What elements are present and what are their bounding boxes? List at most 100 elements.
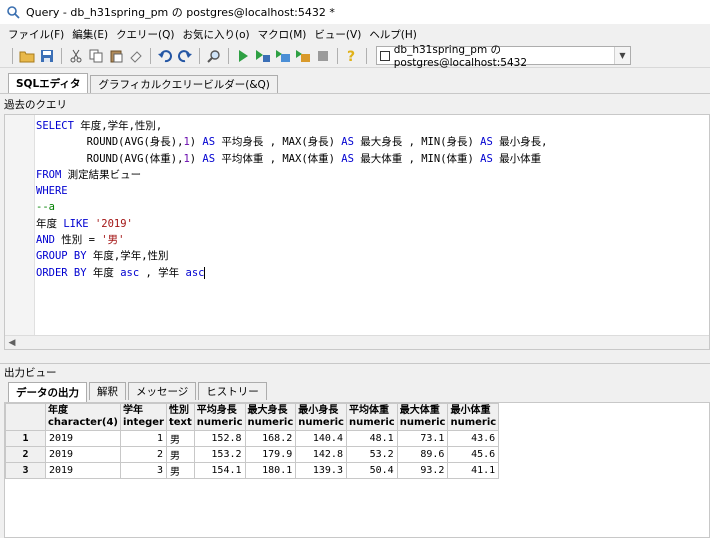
table-cell[interactable]: 2019	[45, 446, 121, 463]
column-header[interactable]: 平均体重 numeric	[345, 403, 398, 431]
query-history-bar[interactable]: 過去のクエリ	[0, 93, 710, 114]
tab-data-output[interactable]: データの出力	[8, 382, 87, 402]
table-cell[interactable]: 男	[165, 430, 195, 447]
menu-edit[interactable]: 編集(E)	[68, 27, 112, 42]
menu-help[interactable]: ヘルプ(H)	[365, 27, 421, 42]
table-cell[interactable]: 2019	[45, 430, 121, 447]
output-pane-header: 出力ビュー	[0, 363, 710, 381]
table-cell[interactable]: 93.2	[396, 462, 449, 479]
tab-history[interactable]: ヒストリー	[198, 382, 267, 400]
table-cell[interactable]: 179.9	[244, 446, 297, 463]
menu-file[interactable]: ファイル(F)	[4, 27, 68, 42]
sql-token: AS	[480, 152, 493, 165]
table-cell[interactable]: 140.4	[295, 430, 347, 447]
connection-label: db_h31spring_pm の postgres@localhost:543…	[393, 44, 527, 69]
redo-icon[interactable]	[176, 47, 194, 65]
table-cell[interactable]: 41.1	[447, 462, 500, 479]
column-header[interactable]: 最小体重 numeric	[447, 403, 500, 431]
table-cell[interactable]: 153.2	[193, 446, 246, 463]
table-cell[interactable]: 3	[120, 462, 167, 479]
sql-line[interactable]: --a	[36, 199, 547, 215]
table-cell[interactable]: 73.1	[396, 430, 449, 447]
table-cell[interactable]: 50.4	[345, 462, 398, 479]
undo-icon[interactable]	[156, 47, 174, 65]
explain-analyze-icon[interactable]	[294, 47, 312, 65]
column-type: numeric	[399, 417, 446, 428]
column-header[interactable]: 最小身長 numeric	[295, 403, 347, 431]
table-row[interactable]: 2 2019 2 男 153.2 179.9 142.8 53.2 89.6 45.6	[5, 446, 500, 463]
column-header[interactable]: 最大体重 numeric	[396, 403, 449, 431]
column-header[interactable]: 年度 character(4)	[45, 403, 121, 431]
sql-line[interactable]: 年度 LIKE '2019'	[36, 216, 547, 232]
menu-macro[interactable]: マクロ(M)	[254, 27, 311, 42]
column-type: numeric	[196, 417, 243, 428]
row-number[interactable]: 3	[5, 462, 46, 479]
menu-favorites[interactable]: お気に入り(o)	[179, 27, 254, 42]
execute-icon[interactable]	[234, 47, 252, 65]
sql-line[interactable]: AND 性別 = '男'	[36, 232, 547, 248]
row-number[interactable]: 2	[5, 446, 46, 463]
table-cell[interactable]: 152.8	[193, 430, 246, 447]
sql-editor[interactable]: SELECT 年度,学年,性別, ROUND(AVG(身長),1) AS 平均身…	[4, 114, 710, 350]
column-name: 性別	[168, 405, 189, 416]
help-icon[interactable]: ?	[343, 47, 361, 65]
table-cell[interactable]: 53.2	[345, 446, 398, 463]
table-cell[interactable]: 2	[120, 446, 167, 463]
column-header[interactable]: 最大身長 numeric	[244, 403, 297, 431]
save-icon[interactable]	[38, 47, 56, 65]
execute-to-file-icon[interactable]	[254, 47, 272, 65]
column-header[interactable]: 学年 integer	[120, 403, 167, 431]
table-cell[interactable]: 139.3	[295, 462, 347, 479]
tab-explain[interactable]: 解釈	[89, 382, 126, 400]
table-row[interactable]: 3 2019 3 男 154.1 180.1 139.3 50.4 93.2 41.1	[5, 462, 500, 479]
sql-line[interactable]: GROUP BY 年度,学年,性別	[36, 248, 547, 264]
sql-line[interactable]: ORDER BY 年度 asc , 学年 asc	[36, 265, 547, 281]
table-cell[interactable]: 48.1	[345, 430, 398, 447]
sql-code[interactable]: SELECT 年度,学年,性別, ROUND(AVG(身長),1) AS 平均身…	[36, 118, 547, 281]
column-name: 学年	[123, 405, 143, 416]
find-icon[interactable]	[205, 47, 223, 65]
sql-line[interactable]: FROM 測定結果ビュー	[36, 167, 547, 183]
table-cell[interactable]: 2019	[45, 462, 121, 479]
copy-icon[interactable]	[87, 47, 105, 65]
menu-view[interactable]: ビュー(V)	[310, 27, 365, 42]
table-cell[interactable]: 168.2	[244, 430, 297, 447]
table-cell[interactable]: 43.6	[447, 430, 500, 447]
chevron-down-icon[interactable]: ▼	[614, 47, 630, 64]
result-grid-area[interactable]: 年度 character(4) 学年 integer 性別 text 平均身長 numeric…	[4, 402, 710, 538]
stop-icon[interactable]	[314, 47, 332, 65]
table-cell[interactable]: 男	[165, 446, 195, 463]
table-cell[interactable]: 1	[120, 430, 167, 447]
connection-select[interactable]: db_h31spring_pm の postgres@localhost:543…	[376, 44, 631, 69]
menu-query[interactable]: クエリー(Q)	[112, 27, 178, 42]
sql-token: 年度	[86, 266, 121, 279]
table-cell[interactable]: 男	[165, 462, 195, 479]
sql-line[interactable]: WHERE	[36, 183, 547, 199]
row-number[interactable]: 1	[5, 430, 46, 447]
scroll-left-icon[interactable]: ◀	[5, 338, 19, 348]
column-type: character(4)	[48, 417, 118, 428]
table-cell[interactable]: 154.1	[193, 462, 246, 479]
sql-line[interactable]: SELECT 年度,学年,性別,	[36, 118, 547, 134]
editor-horizontal-scrollbar[interactable]: ◀	[5, 335, 709, 349]
explain-icon[interactable]	[274, 47, 292, 65]
tab-sql-editor[interactable]: SQLエディタ	[8, 73, 89, 93]
sql-line[interactable]: ROUND(AVG(身長),1) AS 平均身長 , MAX(身長) AS 最大…	[36, 134, 548, 150]
table-cell[interactable]: 142.8	[295, 446, 347, 463]
grid-corner[interactable]	[5, 403, 46, 431]
sql-token: AS	[341, 136, 354, 149]
tab-graphical-query-builder[interactable]: グラフィカルクエリービルダー(&Q)	[90, 75, 278, 93]
tab-messages[interactable]: メッセージ	[128, 382, 197, 400]
cut-icon[interactable]	[67, 47, 85, 65]
eraser-icon[interactable]	[127, 47, 145, 65]
column-name: 最大体重	[399, 405, 440, 416]
table-cell[interactable]: 180.1	[244, 462, 297, 479]
paste-icon[interactable]	[107, 47, 125, 65]
sql-line[interactable]: ROUND(AVG(体重),1) AS 平均体重 , MAX(体重) AS 最大…	[36, 151, 547, 167]
column-header[interactable]: 性別 text	[165, 403, 195, 431]
table-cell[interactable]: 45.6	[447, 446, 500, 463]
table-cell[interactable]: 89.6	[396, 446, 449, 463]
column-header[interactable]: 平均身長 numeric	[193, 403, 246, 431]
open-folder-icon[interactable]	[18, 47, 36, 65]
table-row[interactable]: 1 2019 1 男 152.8 168.2 140.4 48.1 73.1 43.6	[5, 430, 500, 447]
